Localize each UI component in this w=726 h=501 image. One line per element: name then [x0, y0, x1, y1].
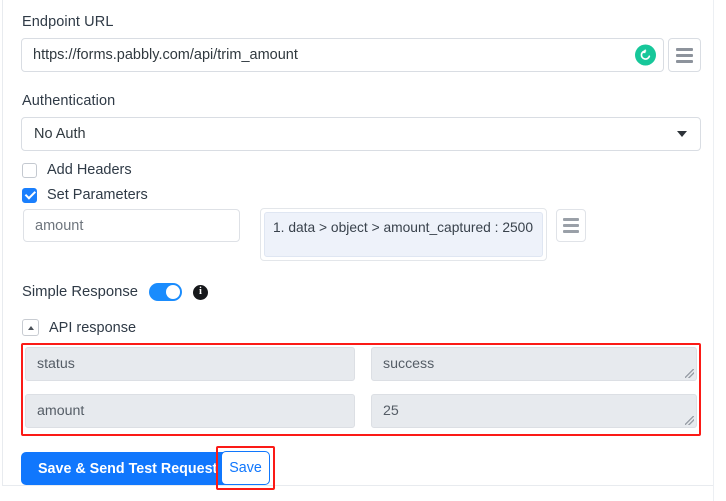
parameter-value-mapping-chip[interactable]: 1. data > object > amount_captured : 250… — [264, 212, 543, 257]
authentication-select[interactable]: No Auth — [21, 117, 701, 151]
add-headers-label: Add Headers — [47, 162, 132, 178]
api-response-header[interactable]: API response — [22, 319, 136, 336]
hamburger-menu-icon-bar — [563, 230, 579, 233]
api-response-value-field[interactable]: 25 — [371, 394, 697, 428]
request-configuration-panel: Endpoint URL https://forms.pabbly.com/ap… — [0, 0, 726, 501]
set-parameters-label: Set Parameters — [47, 187, 148, 203]
save-and-send-test-request-button[interactable]: Save & Send Test Request — [21, 452, 235, 485]
api-response-key-field[interactable]: status — [25, 347, 355, 381]
authentication-label: Authentication — [22, 93, 116, 109]
endpoint-url-value: https://forms.pabbly.com/api/trim_amount — [33, 47, 298, 63]
parameter-key-value: amount — [35, 217, 84, 234]
hamburger-menu-icon-bar — [676, 53, 693, 57]
hamburger-menu-icon-bar — [563, 224, 579, 227]
info-icon[interactable]: i — [192, 284, 208, 300]
toggle-knob — [165, 285, 180, 299]
endpoint-url-row: https://forms.pabbly.com/api/trim_amount — [21, 38, 701, 72]
api-response-key-field[interactable]: amount — [25, 394, 355, 428]
panel-bottom-border — [2, 485, 714, 486]
add-headers-checkbox[interactable] — [22, 162, 37, 178]
panel-left-border — [2, 0, 3, 486]
api-response-collapse-button[interactable] — [22, 319, 39, 336]
endpoint-url-input[interactable]: https://forms.pabbly.com/api/trim_amount — [21, 38, 664, 72]
chevron-up-icon — [27, 325, 34, 330]
endpoint-url-label: Endpoint URL — [22, 14, 114, 30]
parameter-menu-button[interactable] — [556, 209, 586, 242]
set-parameters-row[interactable]: Set Parameters — [22, 187, 148, 203]
save-button[interactable]: Save — [221, 451, 270, 485]
hamburger-menu-icon-bar — [563, 218, 579, 221]
refresh-icon[interactable] — [635, 44, 656, 66]
endpoint-menu-button[interactable] — [668, 38, 701, 72]
simple-response-toggle[interactable] — [148, 283, 182, 301]
parameter-value-field[interactable]: 1. data > object > amount_captured : 250… — [260, 208, 547, 261]
panel-right-border — [713, 0, 714, 501]
api-response-value-field[interactable]: success — [371, 347, 697, 381]
chevron-down-icon — [677, 131, 687, 137]
api-response-label: API response — [49, 319, 137, 336]
set-parameters-checkbox[interactable] — [22, 187, 37, 203]
authentication-selected-value: No Auth — [34, 126, 86, 142]
parameter-key-input[interactable]: amount — [23, 209, 240, 242]
simple-response-row: Simple Response i — [22, 283, 208, 301]
add-headers-row[interactable]: Add Headers — [22, 162, 132, 178]
simple-response-label: Simple Response — [22, 284, 138, 300]
hamburger-menu-icon-bar — [676, 59, 693, 63]
hamburger-menu-icon-bar — [676, 47, 693, 51]
